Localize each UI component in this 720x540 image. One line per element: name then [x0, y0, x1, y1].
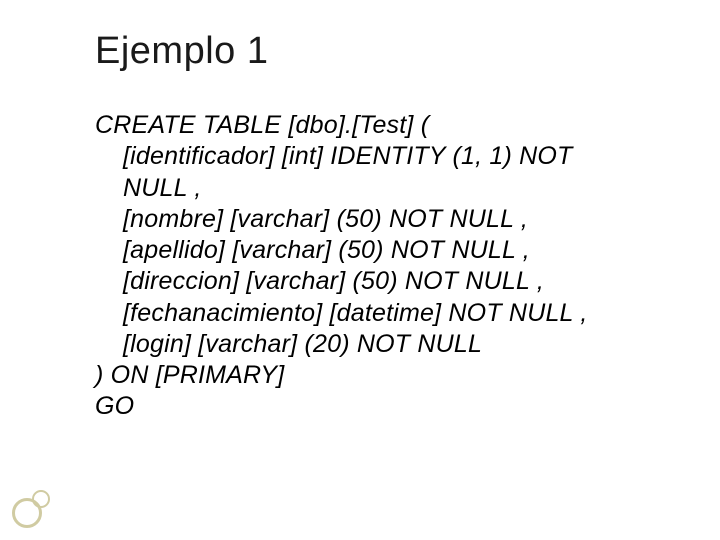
code-line: GO — [95, 391, 635, 422]
code-line: [identificador] [int] IDENTITY (1, 1) NO… — [95, 141, 635, 204]
code-line: CREATE TABLE [dbo].[Test] ( — [95, 110, 635, 141]
code-line: [nombre] [varchar] (50) NOT NULL , — [95, 204, 635, 235]
code-line: [apellido] [varchar] (50) NOT NULL , — [95, 235, 635, 266]
code-line: ) ON [PRIMARY] — [95, 360, 635, 391]
slide-title: Ejemplo 1 — [95, 30, 268, 73]
ring-icon — [32, 490, 50, 508]
code-line: [fechanacimiento] [datetime] NOT NULL , — [95, 298, 635, 329]
slide: Ejemplo 1 CREATE TABLE [dbo].[Test] ( [i… — [0, 0, 720, 540]
code-line: [login] [varchar] (20) NOT NULL — [95, 329, 635, 360]
decorative-circles-icon — [12, 480, 60, 528]
code-line: [direccion] [varchar] (50) NOT NULL , — [95, 266, 635, 297]
sql-code-block: CREATE TABLE [dbo].[Test] ( [identificad… — [95, 110, 635, 423]
